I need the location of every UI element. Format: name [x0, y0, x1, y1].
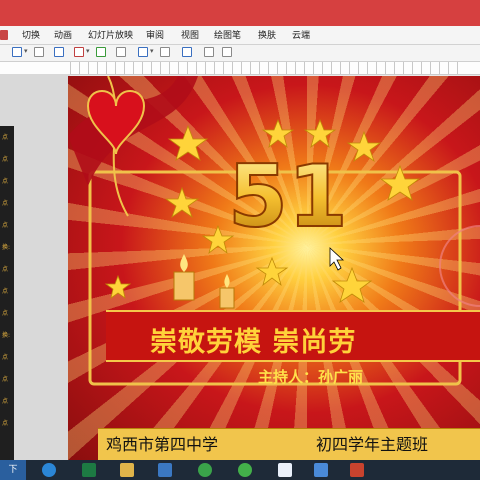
panel-label: 点 — [2, 376, 9, 383]
video-icon[interactable] — [314, 463, 328, 477]
ppt-icon[interactable] — [350, 463, 364, 477]
panel-label: 点 — [2, 134, 9, 141]
banner-text: 崇敬劳模 崇尚劳 — [150, 327, 357, 358]
align-icon[interactable] — [160, 47, 170, 57]
toolbar: ▾ ▾ ▾ — [0, 45, 480, 62]
emblem-51: 51 — [228, 147, 348, 247]
star-icon — [303, 118, 337, 149]
camera-icon[interactable] — [204, 47, 214, 57]
panel-label: 点 — [2, 310, 9, 317]
layout-icon[interactable] — [138, 47, 148, 57]
chart-icon[interactable] — [96, 47, 106, 57]
panel-label: 点 — [2, 398, 9, 405]
overlay-panel: 点 点 点 点 点 换: 点 点 点 换: 点 点 点 点 — [0, 126, 14, 460]
panel-label: 点 — [2, 420, 9, 427]
chevron-down-icon[interactable]: ▾ — [24, 47, 28, 55]
edge-icon[interactable] — [42, 463, 56, 477]
panel-label: 换: — [2, 332, 11, 339]
ruler — [0, 62, 480, 75]
excel-icon[interactable] — [82, 463, 96, 477]
flame-icon — [180, 254, 188, 272]
slide-canvas[interactable]: 51 崇敬劳模 崇尚劳 主持人：孙广丽 鸡西市第四中学 初四学年主题班 — [68, 76, 480, 460]
star-icon — [331, 266, 373, 303]
mouse-cursor-icon — [329, 247, 345, 271]
tab-transitions[interactable]: 切换 — [22, 28, 40, 41]
school-name: 鸡西市第四中学 — [106, 435, 219, 454]
taskbar: 下 — [0, 460, 480, 480]
files-icon[interactable] — [120, 463, 134, 477]
image-icon[interactable] — [12, 47, 22, 57]
candle-icon — [173, 271, 195, 301]
tab-view[interactable]: 视图 — [181, 28, 199, 41]
class-title: 初四学年主题班 — [316, 435, 429, 454]
star-icon — [255, 256, 289, 287]
settings-icon[interactable] — [222, 47, 232, 57]
star-icon — [104, 274, 132, 299]
panel-label: 点 — [2, 288, 9, 295]
panel-label: 点 — [2, 156, 9, 163]
host-text: 主持人：孙广丽 — [258, 368, 364, 386]
monitor-icon[interactable] — [158, 463, 172, 477]
footer-strip: 鸡西市第四中学 初四学年主题班 — [98, 428, 480, 460]
system-tray[interactable] — [440, 465, 470, 475]
ribbon-tab-indicator — [0, 30, 8, 40]
shape-icon[interactable] — [74, 47, 84, 57]
panel-label: 点 — [2, 178, 9, 185]
chevron-down-icon[interactable]: ▾ — [150, 47, 154, 55]
panel-label: 点 — [2, 354, 9, 361]
tab-skin[interactable]: 换肤 — [258, 28, 276, 41]
tab-cloud[interactable]: 云端 — [292, 28, 310, 41]
tab-slideshow[interactable]: 幻灯片放映 — [88, 28, 133, 41]
wechat-icon[interactable] — [198, 463, 212, 477]
grid-icon[interactable] — [54, 47, 64, 57]
chevron-down-icon[interactable]: ▾ — [86, 47, 90, 55]
panel-label: 点 — [2, 266, 9, 273]
panel-label: 换: — [2, 244, 11, 251]
title-banner: 崇敬劳模 崇尚劳 — [106, 310, 480, 362]
slide-decoration: 51 — [68, 76, 480, 386]
send-icon[interactable] — [278, 463, 292, 477]
star-icon — [164, 186, 200, 219]
chat-icon[interactable] — [238, 463, 252, 477]
tab-animations[interactable]: 动画 — [54, 28, 72, 41]
star-icon — [346, 130, 382, 163]
panel-label: 点 — [2, 222, 9, 229]
panel-label: 点 — [2, 200, 9, 207]
flame-icon — [224, 274, 230, 288]
title-bar — [0, 0, 480, 26]
candle-icon — [219, 287, 235, 309]
tab-review[interactable]: 审阅 — [146, 28, 164, 41]
table-icon[interactable] — [116, 47, 126, 57]
file-icon[interactable] — [34, 47, 44, 57]
tab-pen[interactable]: 绘图笔 — [214, 28, 241, 41]
start-button[interactable]: 下 — [0, 460, 26, 480]
picture-icon[interactable] — [182, 47, 192, 57]
star-icon — [167, 124, 209, 161]
star-icon — [261, 118, 295, 149]
ribbon-tabs: 切换 动画 幻灯片放映 审阅 视图 绘图笔 换肤 云端 — [0, 26, 480, 45]
